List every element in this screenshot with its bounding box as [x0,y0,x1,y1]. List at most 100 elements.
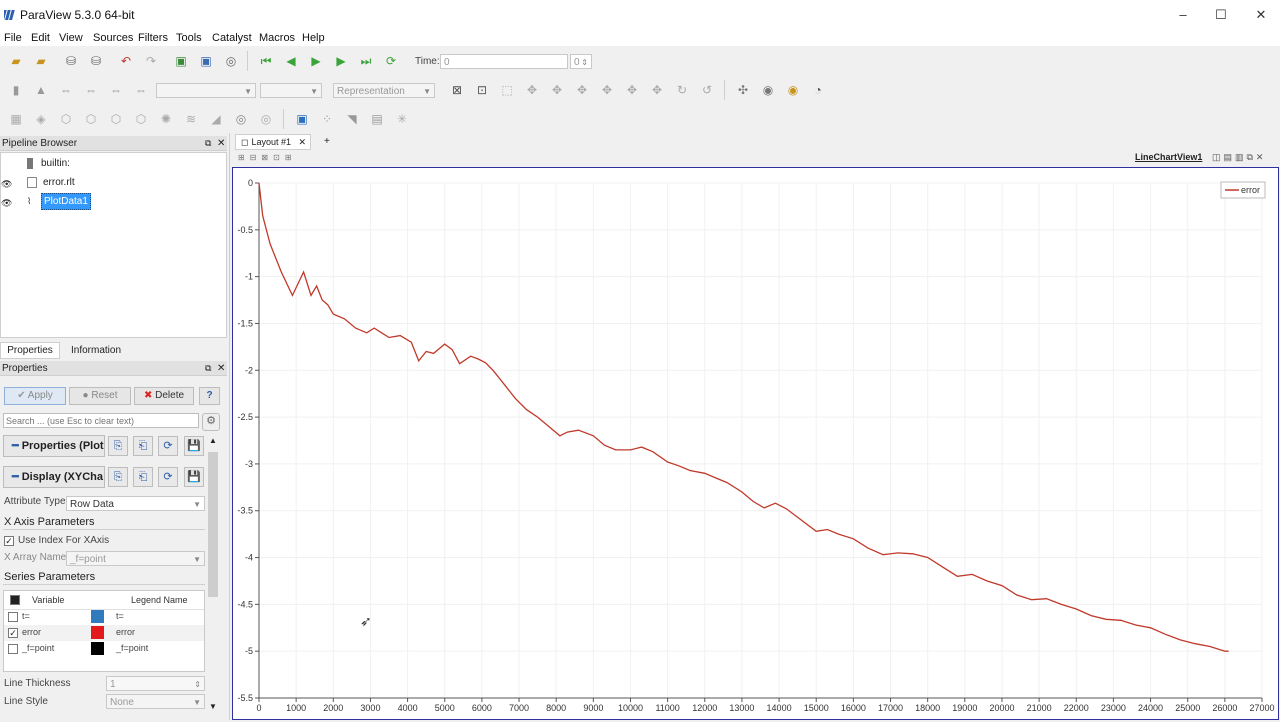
menu-tools[interactable]: Tools [176,32,202,44]
first-frame-icon[interactable]: ⏮ [257,52,275,70]
table-row[interactable]: t= t= [4,609,204,625]
pick-center-icon[interactable]: ✣ [734,81,752,99]
next-frame-icon[interactable]: ▶ [332,52,350,70]
menu-edit[interactable]: Edit [31,32,50,44]
view-plus-x-icon[interactable]: ✥ [523,81,541,99]
eye-visibility-icon[interactable]: 👁 [1,179,12,190]
pipeline-item-builtin[interactable]: builtin: [27,155,70,173]
scroll-down-icon[interactable]: ▼ [207,702,219,711]
custom-range-icon[interactable]: ⇔ [82,81,100,99]
time-step-spinbox[interactable]: 0 ⇕ [570,54,592,69]
contour-icon[interactable]: ◈ [32,110,50,128]
undo-icon[interactable]: ↶ [117,52,135,70]
section-display-header[interactable]: ━ Display (XYCha [3,466,105,488]
reset-button[interactable]: ● Reset [69,387,131,405]
reset-center-icon[interactable]: ◉ [759,81,777,99]
float-panel-icon[interactable]: ⧉ [205,136,211,151]
properties-scrollbar[interactable]: ▲ ▼ [207,436,219,716]
attribute-type-dropdown[interactable]: Row Data ▼ [66,496,205,511]
slice-icon[interactable]: ⬡ [82,110,100,128]
splitter[interactable] [229,133,230,720]
interaction-mode-icon[interactable]: ◔ [809,81,827,99]
glyph-icon[interactable]: ✺ [157,110,175,128]
show-center-icon[interactable]: ◉ [784,81,802,99]
previous-frame-icon[interactable]: ◀ [282,52,300,70]
help-button[interactable]: ? [199,387,220,405]
scroll-up-icon[interactable]: ▲ [207,436,219,445]
series-color-swatch[interactable] [91,642,104,655]
play-icon[interactable]: ▶ [307,52,325,70]
table-row[interactable]: _f=point _f=point [4,641,204,657]
threshold-icon[interactable]: ⬡ [107,110,125,128]
component-dropdown[interactable]: ▼ [260,83,322,98]
clear-selection-icon[interactable]: ✳ [393,110,411,128]
zoom-box-icon[interactable]: ⬚ [498,81,516,99]
view-minus-y-icon[interactable]: ✥ [598,81,616,99]
minimize-button[interactable]: – [1166,4,1200,26]
find-data-icon[interactable]: ◎ [222,52,240,70]
tab-layout-1[interactable]: ◻ Layout #1 ✕ [235,134,311,150]
clip-icon[interactable]: ⬡ [57,110,75,128]
menu-sources[interactable]: Sources [93,32,133,44]
rotate-ccw-icon[interactable]: ↺ [698,81,716,99]
show-colorbar-icon[interactable]: ⇔ [132,81,150,99]
advanced-gear-icon[interactable]: ⚙ [202,413,220,431]
stream-tracer-icon[interactable]: ≋ [182,110,200,128]
menu-view[interactable]: View [59,32,83,44]
apply-button[interactable]: ✔ Apply [4,387,66,405]
line-style-dropdown[interactable]: None ▼ [106,694,205,709]
use-index-checkbox[interactable]: ✓ [4,536,14,546]
connect-icon[interactable]: ⛁ [62,52,80,70]
line-chart-view[interactable]: 0 -0.5 -1 -1.5 -2 -2.5 -3 -3.5 -4 -4.5 -5 -5.5 0 1000… [232,167,1279,720]
restore-defaults-icon[interactable]: ⟳ [158,467,178,487]
color-array-dropdown[interactable]: ▼ [156,83,256,98]
recent-file-icon[interactable]: ▰ [32,52,50,70]
rotate-cw-icon[interactable]: ↻ [673,81,691,99]
pipeline-item-error-rlt[interactable]: error.rlt [27,174,75,192]
select-all-checkbox[interactable] [10,595,20,605]
select-points-icon[interactable]: ⁘ [318,110,336,128]
group-datasets-icon[interactable]: ◎ [232,110,250,128]
eye-visibility-icon[interactable]: 👁 [1,198,12,209]
search-input[interactable] [3,413,199,428]
restore-defaults-icon[interactable]: ⟳ [158,436,178,456]
float-panel-icon[interactable]: ⧉ [205,361,211,376]
disconnect-icon[interactable]: ⛁ [87,52,105,70]
time-input[interactable]: 0 [440,54,568,69]
open-file-icon[interactable]: ▰ [7,52,25,70]
extract-subset-icon[interactable]: ⬡ [132,110,150,128]
copy-icon[interactable]: ⎘ [108,467,128,487]
select-block-icon[interactable]: ▤ [368,110,386,128]
line-thickness-spinbox[interactable]: 1 ⇕ [106,676,205,691]
toggle-color-icon[interactable]: ▮ [7,81,25,99]
extract-level-icon[interactable]: ◎ [257,110,275,128]
pipeline-item-plotdata1[interactable]: ⌇ PlotData1 [27,193,91,211]
menu-macros[interactable]: Macros [259,32,295,44]
menu-help[interactable]: Help [302,32,325,44]
paste-icon[interactable]: ⎗ [133,436,153,456]
series-color-swatch[interactable] [91,626,104,639]
last-frame-icon[interactable]: ⏭ [357,52,375,70]
table-row[interactable]: ✓ error error [4,625,204,641]
camera-undo-icon[interactable]: ▣ [172,52,190,70]
add-layout-tab[interactable]: + [324,136,330,147]
maximize-button[interactable]: ☐ [1204,4,1238,26]
menu-filters[interactable]: Filters [138,32,168,44]
close-tab-icon[interactable]: ✕ [299,137,307,147]
close-panel-icon[interactable]: ✕ [217,361,225,376]
scrollbar-thumb[interactable] [208,452,218,597]
redo-icon[interactable]: ↷ [142,52,160,70]
rescale-visible-icon[interactable]: ⇔ [107,81,125,99]
view-frame-buttons[interactable]: ◫▤▥⧉✕ [1212,152,1278,164]
view-minus-x-icon[interactable]: ✥ [548,81,566,99]
warp-icon[interactable]: ◢ [207,110,225,128]
series-color-swatch[interactable] [91,610,104,623]
representation-dropdown[interactable]: Representation ▼ [333,83,435,98]
save-defaults-icon[interactable]: 💾 [184,467,204,487]
copy-icon[interactable]: ⎘ [108,436,128,456]
menu-file[interactable]: File [4,32,22,44]
series-checkbox[interactable]: ✓ [8,628,18,638]
select-cells-icon[interactable]: ▣ [293,110,311,128]
delete-button[interactable]: ✖ Delete [134,387,194,405]
section-properties-header[interactable]: ━ Properties (Plot [3,435,105,457]
